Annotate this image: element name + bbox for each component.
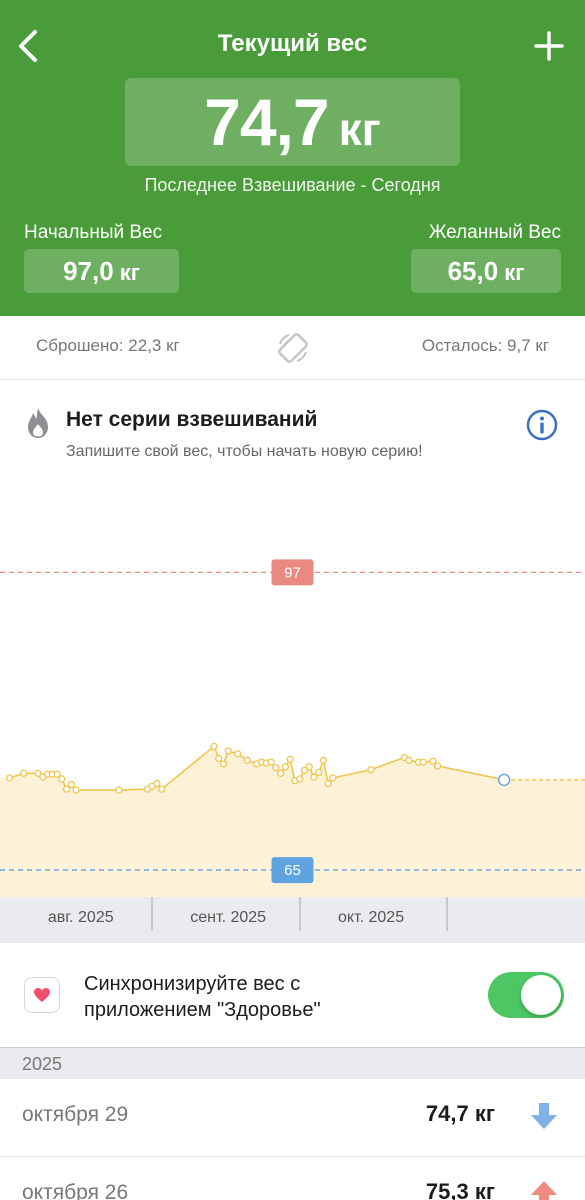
weight-point: [219, 760, 228, 768]
start-weight-tag-label: 97: [284, 564, 301, 581]
start-weight-marker: 97: [271, 559, 314, 586]
weight-point: [315, 768, 323, 777]
weight-point: [272, 764, 280, 772]
weight-point: [405, 756, 413, 764]
remaining-weight-text: Осталось: 9,7 кг: [421, 336, 549, 355]
weight-chart[interactable]: 97 65: [0, 470, 585, 898]
weight-point: [286, 755, 294, 764]
weight-point: [20, 769, 28, 777]
weight-point: [115, 786, 123, 794]
page-title: Текущий вес: [217, 30, 368, 57]
weight-point: [329, 774, 337, 782]
month-label: сент. 2025: [190, 909, 267, 926]
history-entry[interactable]: октября 26 75,3 кг: [0, 1157, 585, 1200]
heart-icon: [34, 988, 50, 1002]
history-entry[interactable]: октября 29 74,7 кг: [0, 1079, 585, 1157]
weight-point: [419, 758, 427, 766]
swap-icon[interactable]: [275, 330, 311, 366]
info-icon[interactable]: [526, 409, 558, 441]
weight-point: [324, 779, 332, 788]
start-weight-unit: кг: [119, 260, 140, 285]
month-axis: авг. 2025 сент. 2025 окт. 2025: [0, 897, 585, 943]
month-divider: [298, 897, 301, 931]
arrow-down-icon: [531, 1103, 557, 1129]
weight-point: [305, 763, 313, 771]
weight-point: [67, 780, 75, 789]
add-weight-button[interactable]: [529, 24, 569, 68]
goal-weight-tag-label: 65: [284, 862, 301, 879]
health-app-icon: [24, 977, 60, 1013]
flame-icon: [28, 408, 48, 438]
month-label: окт. 2025: [337, 909, 405, 926]
lost-weight-text: Сброшено: 22,3 кг: [36, 336, 180, 355]
plus-icon: [534, 31, 564, 61]
weight-point: [276, 769, 285, 777]
start-weight-box[interactable]: 97,0 кг: [24, 249, 179, 293]
sync-toggle[interactable]: [488, 972, 564, 1018]
year-label: 2025: [22, 1054, 63, 1074]
current-weight-value: 74,7: [204, 85, 329, 159]
weight-point: [433, 762, 442, 770]
weight-point: [367, 765, 375, 774]
weight-point: [310, 773, 318, 781]
goal-weight-unit: кг: [504, 260, 525, 285]
weight-point: [153, 779, 161, 788]
current-weight-box: 74,7 кг: [125, 78, 460, 166]
weight-point: [72, 786, 80, 794]
arrow-up-icon: [531, 1181, 557, 1200]
streak-subtitle: Запишите свой вес, чтобы начать новую се…: [66, 443, 423, 460]
weight-point: [267, 758, 275, 766]
streak-title: Нет серии взвешиваний: [66, 408, 318, 431]
toggle-knob: [521, 975, 561, 1015]
weight-point: [210, 742, 218, 750]
month-divider: [151, 897, 154, 931]
progress-stats: Сброшено: 22,3 кг Осталось: 9,7 кг: [0, 316, 585, 380]
weight-point: [319, 756, 328, 764]
goal-weight-label: Желанный Вес: [428, 222, 561, 243]
start-weight-value: 97,0: [63, 256, 114, 286]
start-weight-label: Начальный Вес: [24, 222, 163, 243]
entry-weight: 74,7 кг: [425, 1101, 495, 1126]
goal-weight-value: 65,0: [447, 256, 499, 286]
month-divider: [446, 897, 449, 931]
current-weight-unit: кг: [338, 103, 381, 155]
weight-point: [243, 756, 251, 764]
weight-point: [53, 770, 61, 778]
latest-weight-point: [497, 773, 511, 787]
weight-point: [215, 754, 223, 763]
weight-point: [158, 785, 166, 793]
goal-weight-marker: 65: [271, 857, 314, 884]
sync-label: Синхронизируйте вес с приложением "Здоро…: [84, 973, 321, 1021]
health-sync-row: Синхронизируйте вес с приложением "Здоро…: [0, 943, 585, 1047]
weight-point: [234, 750, 242, 758]
weight-point: [58, 775, 66, 783]
entry-date: октября 29: [22, 1103, 129, 1126]
weight-point: [281, 763, 290, 771]
weight-point: [224, 747, 232, 755]
last-weigh-in-text: Последнее Взвешивание - Сегодня: [144, 175, 441, 195]
entry-date: октября 26: [22, 1181, 129, 1200]
weight-point: [295, 775, 304, 783]
month-label: авг. 2025: [47, 909, 114, 926]
weight-point: [429, 757, 437, 765]
weight-point: [5, 774, 14, 782]
weight-point: [62, 785, 71, 793]
header: Текущий вес 74,7 кг Последнее Взвешивани…: [0, 0, 585, 316]
goal-weight-box[interactable]: 65,0 кг: [411, 249, 561, 293]
year-section-header: 2025: [0, 1047, 585, 1079]
entry-weight: 75,3 кг: [425, 1179, 495, 1200]
